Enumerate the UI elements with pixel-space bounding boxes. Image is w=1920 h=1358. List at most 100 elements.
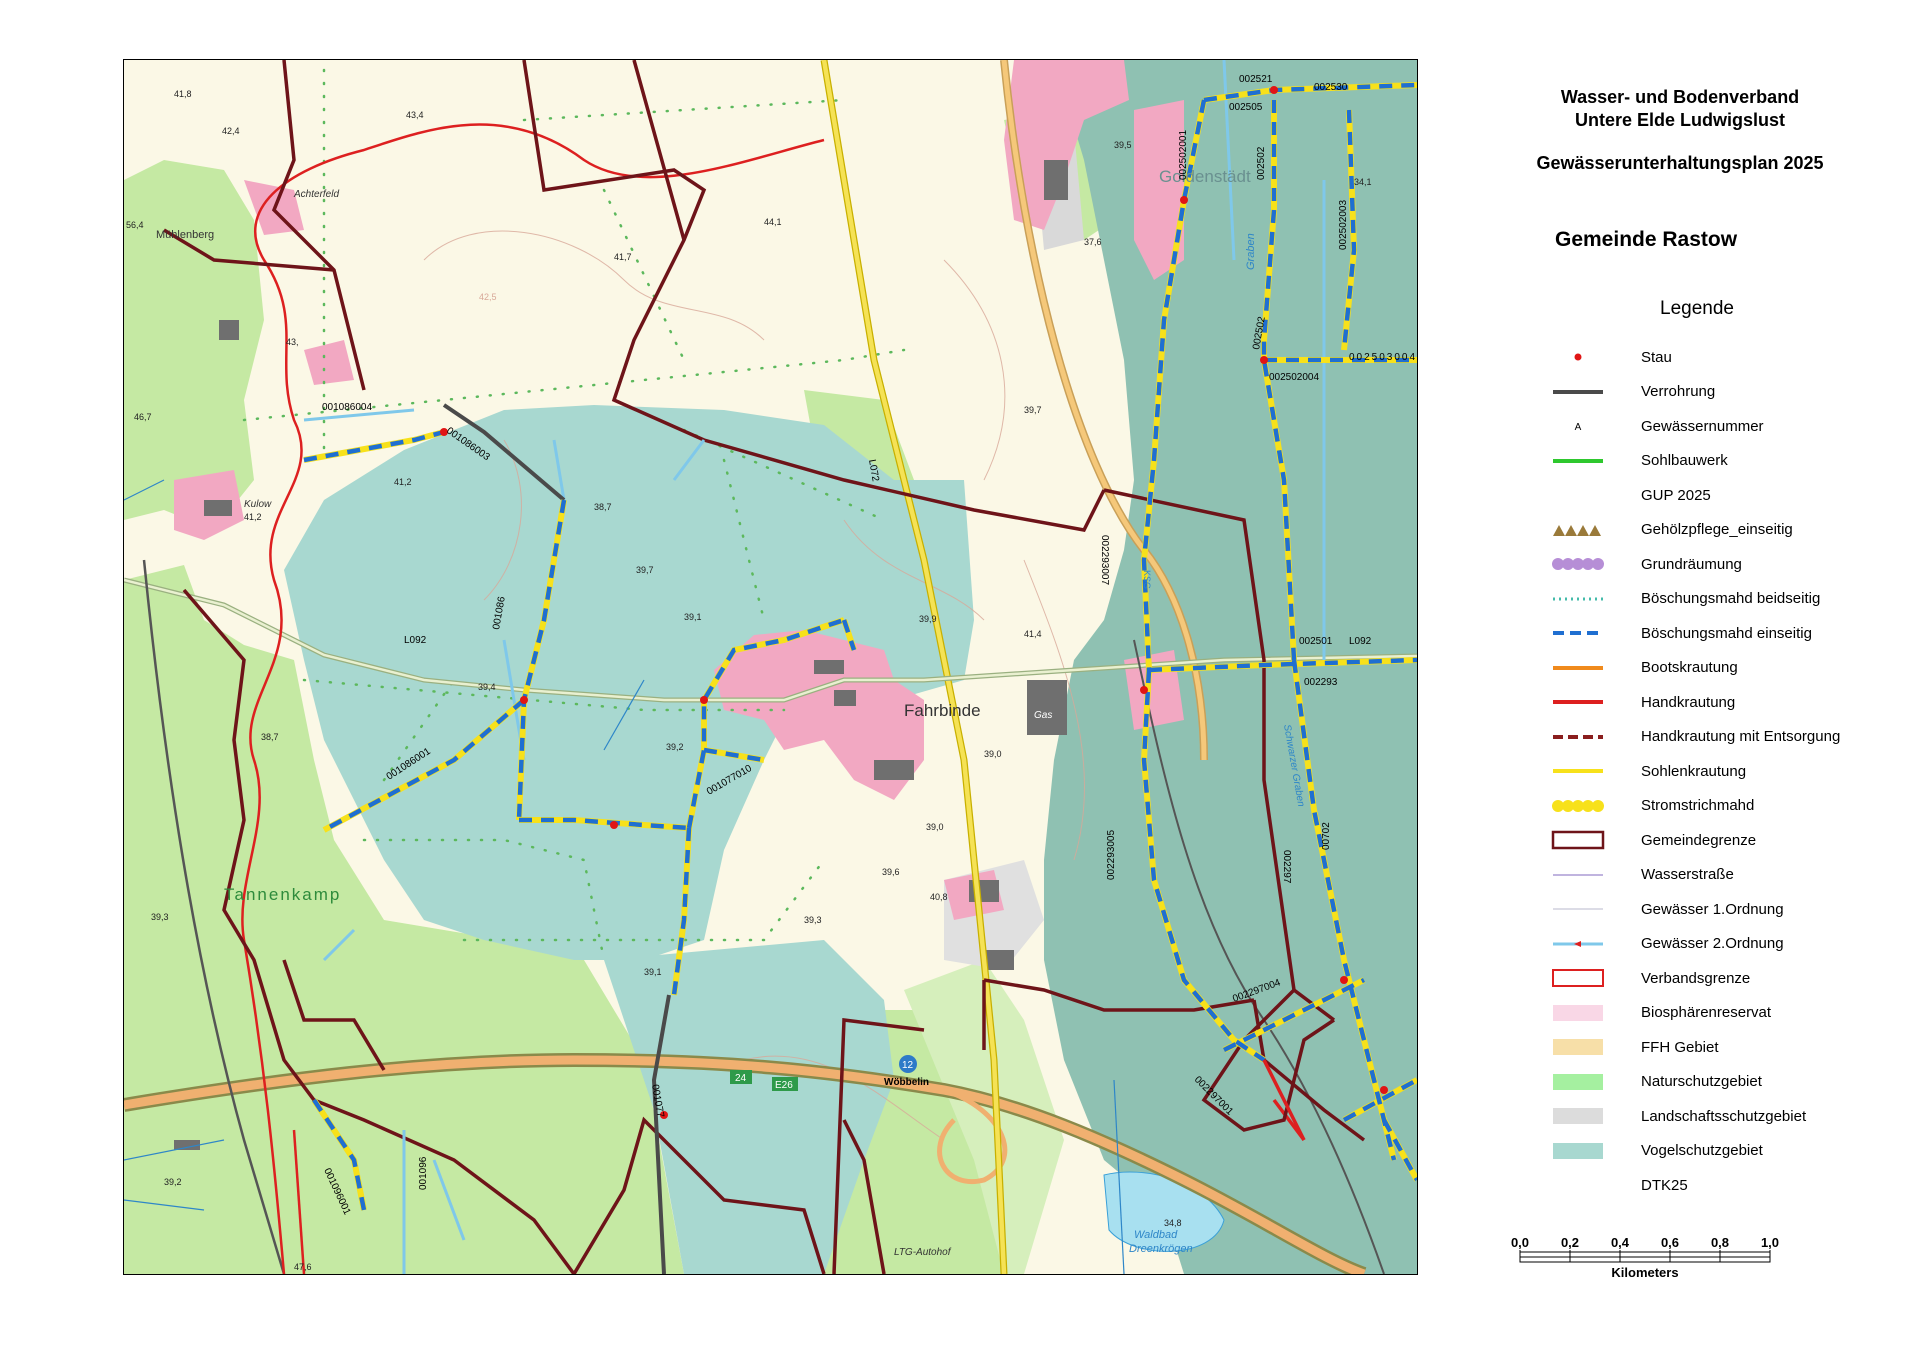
legend-item: Handkrautung (1548, 685, 1840, 720)
legend-symbol-yellow-dots (1548, 796, 1608, 816)
water-002297: 002297 (1281, 850, 1292, 884)
legend-symbol-light-grey-thin-line (1548, 899, 1608, 919)
legend-label: DTK25 (1641, 1176, 1688, 1194)
label-l092-west: L092 (404, 635, 427, 646)
svg-text:44,1: 44,1 (764, 217, 782, 227)
legend-symbol-blue-dashed-line (1548, 623, 1608, 643)
water-002501: 002501 (1299, 636, 1333, 647)
legend-item: GUP 2025 (1548, 478, 1840, 513)
legend-label: Böschungsmahd einseitig (1641, 624, 1812, 642)
svg-text:42,4: 42,4 (222, 126, 240, 136)
organization-name: Wasser- und Bodenverband (1560, 87, 1800, 107)
svg-text:38,7: 38,7 (594, 502, 612, 512)
title-block: Wasser- und Bodenverband Untere Elde Lud… (1500, 86, 1860, 175)
legend-symbol-none (1548, 1175, 1608, 1195)
svg-text:41,7: 41,7 (614, 252, 632, 262)
svg-text:39,4: 39,4 (478, 682, 496, 692)
water-002502003: 002502003 (1338, 200, 1349, 250)
legend-label: Böschungsmahd beidseitig (1641, 590, 1821, 608)
legend-symbol-purple-dots (1548, 554, 1608, 574)
legend-item: Naturschutzgebiet (1548, 1065, 1840, 1100)
svg-text:47,6: 47,6 (294, 1262, 312, 1272)
water-002502a: 002502 (1256, 146, 1267, 180)
legend-item: Sohlbauwerk (1548, 444, 1840, 479)
svg-text:39,2: 39,2 (666, 742, 684, 752)
legend-symbol-letter-a: A (1548, 416, 1608, 436)
scalebar: 0,0 0,2 0,4 0,6 0,8 1,0 Kilometers (1511, 1235, 1779, 1280)
scalebar-tick-label: 1,0 (1761, 1235, 1779, 1250)
map-frame[interactable]: Fahrbinde Goldenstädt Tannenkamp Mühlenb… (123, 59, 1418, 1275)
legend: Stau Verrohrung A Gewässernummer Sohlbauwerk… (1548, 340, 1840, 1203)
legend-symbol-grey-fill (1548, 1106, 1608, 1126)
water-002293005: 002293005 (1106, 830, 1117, 880)
svg-text:34,1: 34,1 (1354, 177, 1372, 187)
municipality-title: Gemeinde Rastow (1555, 228, 1738, 251)
svg-text:56,4: 56,4 (126, 220, 144, 230)
scalebar-tick-label: 0,6 (1661, 1235, 1679, 1250)
water-002530: 002530 (1314, 82, 1348, 93)
legend-item: Vogelschutzgebiet (1548, 1134, 1840, 1169)
label-e26: E26 (775, 1080, 793, 1091)
legend-label: Biosphärenreservat (1641, 1004, 1772, 1022)
svg-text:39,6: 39,6 (882, 867, 900, 877)
water-002505: 002505 (1229, 102, 1263, 113)
plan-title: Gewässerunterhaltungsplan 2025 (1536, 153, 1824, 173)
legend-item: Stromstrichmahd (1548, 789, 1840, 824)
legend-symbol-teal-fill (1548, 1141, 1608, 1161)
legend-item: Handkrautung mit Entsorgung (1548, 720, 1840, 755)
legend-item: Böschungsmahd einseitig (1548, 616, 1840, 651)
place-waldbad: Waldbad (1134, 1229, 1178, 1241)
legend-item: DTK25 (1548, 1168, 1840, 1203)
legend-label: Verrohrung (1641, 383, 1716, 401)
legend-label: Gewässer 1.Ordnung (1641, 900, 1784, 918)
place-dreenkroegen: Dreenkrögen (1129, 1243, 1193, 1255)
legend-item: A Gewässernummer (1548, 409, 1840, 444)
place-fahrbinde: Fahrbinde (904, 701, 981, 720)
legend-symbol-orange-line (1548, 658, 1608, 678)
svg-text:39,0: 39,0 (984, 749, 1002, 759)
legend-symbol-none (1548, 485, 1608, 505)
scalebar-tick-label: 0,4 (1611, 1235, 1630, 1250)
scalebar-tick-label: 0,2 (1561, 1235, 1579, 1250)
svg-text:A: A (1575, 422, 1582, 433)
label-a24: 24 (735, 1073, 747, 1084)
legend-heading: Legende (1660, 298, 1734, 319)
legend-symbol-beige-fill (1548, 1037, 1608, 1057)
svg-text:39,0: 39,0 (926, 822, 944, 832)
place-kulow: Kulow (244, 499, 272, 510)
svg-text:41,2: 41,2 (244, 512, 262, 522)
legend-label: Gewässernummer (1641, 417, 1764, 435)
place-achterfeld: Achterfeld (293, 189, 339, 200)
legend-label: Handkrautung (1641, 693, 1736, 711)
svg-text:40,8: 40,8 (930, 892, 948, 902)
legend-item: Gewässer 2.Ordnung (1548, 927, 1840, 962)
legend-symbol-light-blue-arrow-line (1548, 934, 1608, 954)
legend-label: Landschaftsschutzgebiet (1641, 1107, 1807, 1125)
legend-label: Gewässer 2.Ordnung (1641, 935, 1784, 953)
legend-symbol-pink-fill (1548, 1003, 1608, 1023)
legend-label: Vogelschutzgebiet (1641, 1142, 1763, 1160)
svg-text:39,5: 39,5 (1114, 140, 1132, 150)
scalebar-tick-labels: 0,0 0,2 0,4 0,6 0,8 1,0 (1511, 1235, 1779, 1250)
svg-text:41,2: 41,2 (394, 477, 412, 487)
legend-symbol-dark-red-dashed-line (1548, 727, 1608, 747)
legend-item: Verbandsgrenze (1548, 961, 1840, 996)
legend-symbol-dark-grey-line (1548, 382, 1608, 402)
place-muehlenberg: Mühlenberg (156, 229, 214, 241)
legend-item: Sohlenkrautung (1548, 754, 1840, 789)
label-l092-east: L092 (1349, 636, 1372, 647)
map-canvas[interactable]: Fahrbinde Goldenstädt Tannenkamp Mühlenb… (124, 60, 1417, 1274)
organization-subname: Untere Elde Ludwigslust (1574, 110, 1786, 130)
scalebar-tick-label: 0,0 (1511, 1235, 1529, 1250)
legend-label: GUP 2025 (1641, 486, 1711, 504)
legend-label: Stau (1641, 348, 1672, 366)
svg-text:41,4: 41,4 (1024, 629, 1042, 639)
legend-label: FFH Gebiet (1641, 1038, 1719, 1056)
legend-symbol-red-box (1548, 968, 1608, 988)
legend-item: Verrohrung (1548, 375, 1840, 410)
water-001096: 001096 (418, 1156, 429, 1190)
legend-item: Böschungsmahd beidseitig (1548, 582, 1840, 617)
place-tannenkamp: Tannenkamp (224, 885, 341, 904)
legend-item: Biosphärenreservat (1548, 996, 1840, 1031)
water-002502001: 002502001 (1178, 130, 1189, 180)
